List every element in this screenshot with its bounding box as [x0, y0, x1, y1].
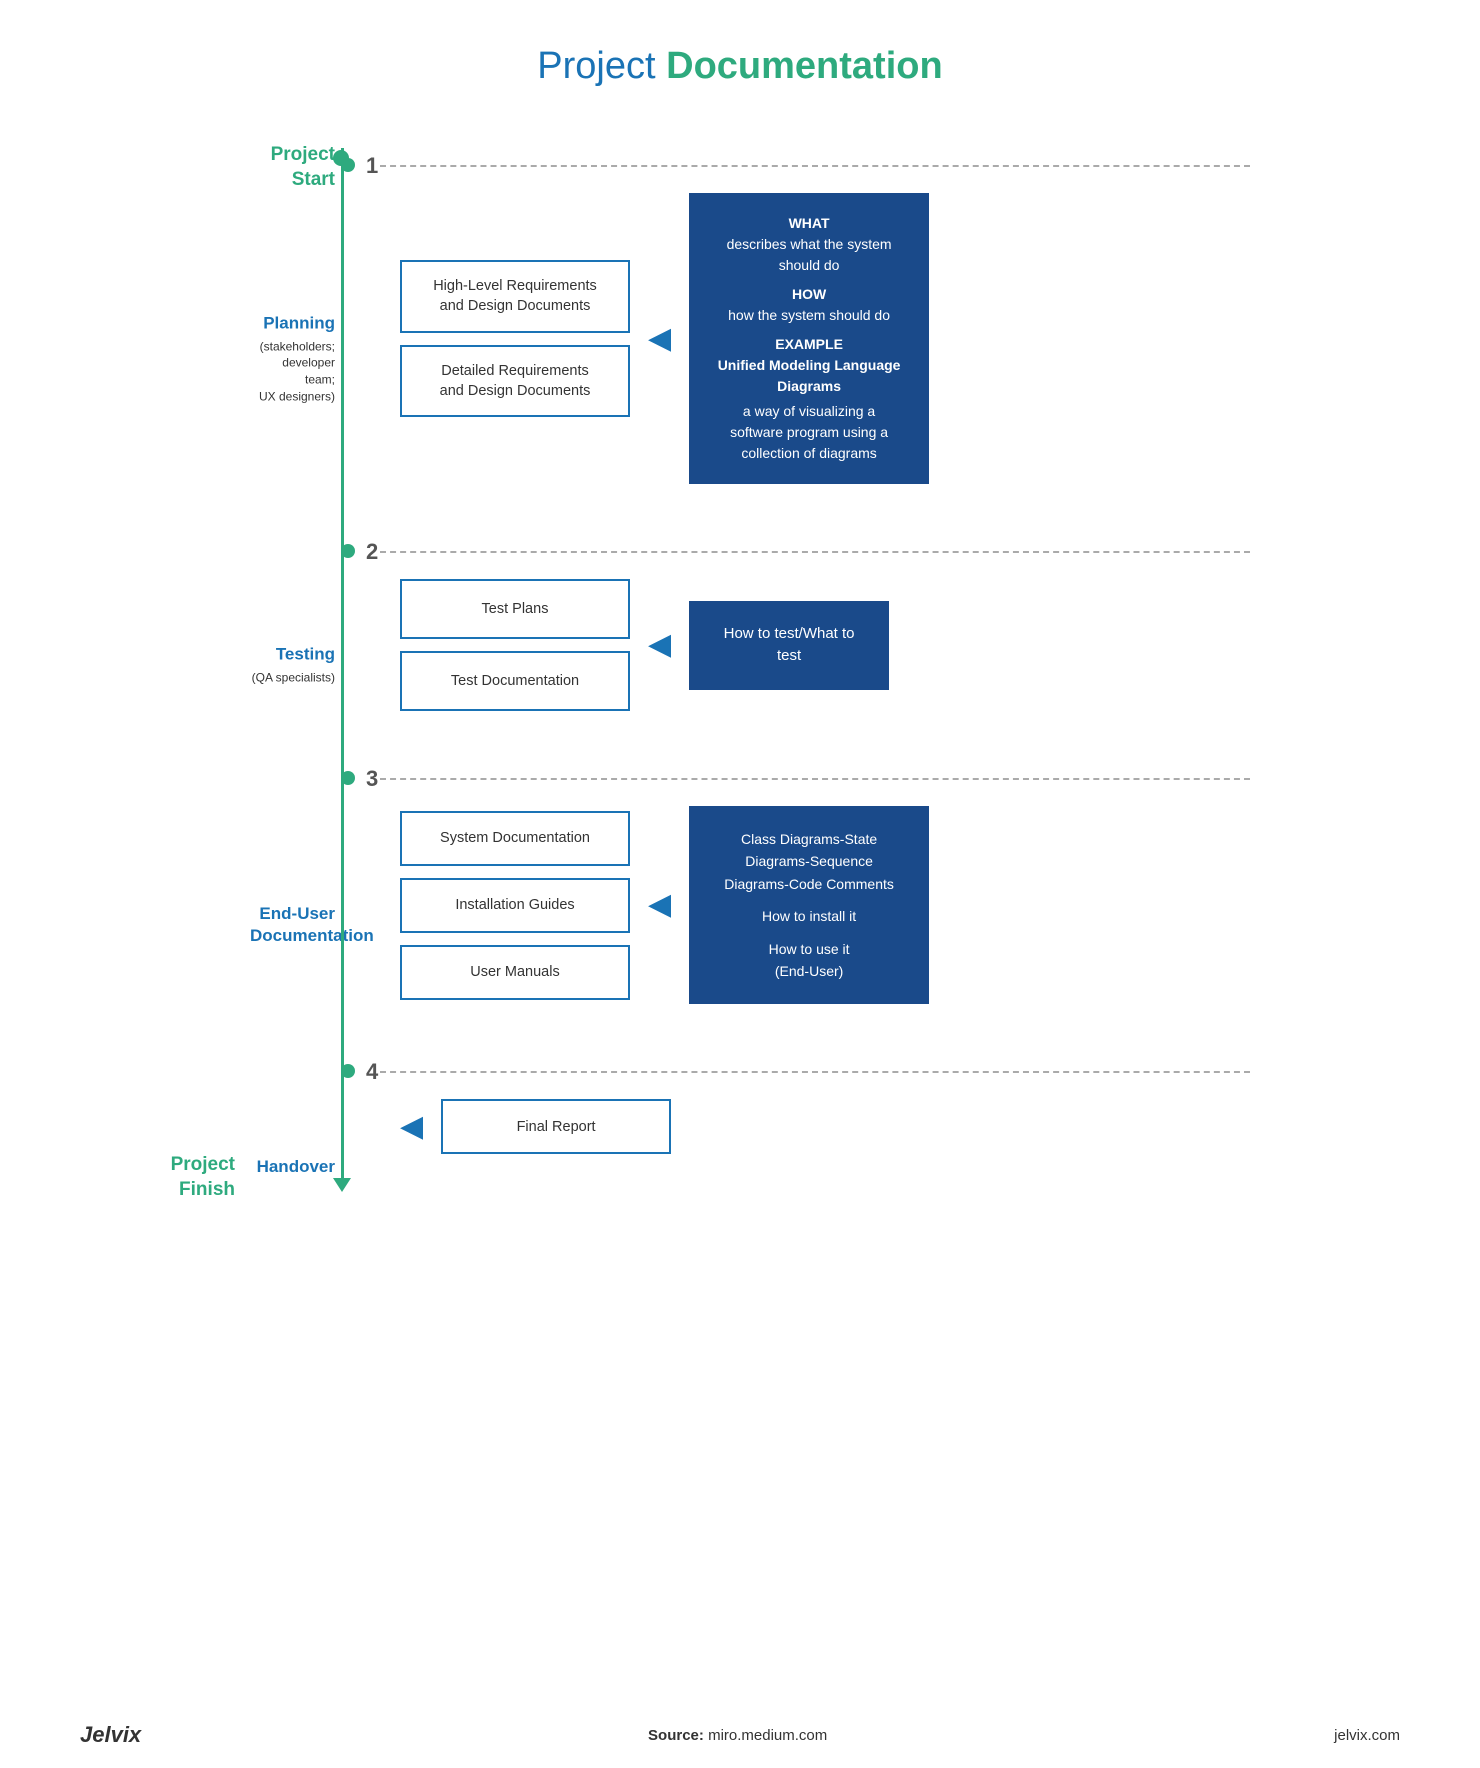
phase-2-number: 2	[366, 539, 378, 565]
phase-3-content: End-UserDocumentation System Documentati…	[350, 806, 1230, 1044]
phase-2-content: Testing (QA specialists) Test Plans Test…	[350, 579, 1230, 751]
phase-3-info-box: Class Diagrams-StateDiagrams-SequenceDia…	[689, 806, 929, 1004]
doc-box-install-guides: Installation Guides	[400, 878, 630, 933]
phase-3-arrow: ◀	[648, 890, 671, 920]
timeline-line	[341, 148, 344, 1179]
phase-2-header: 2	[350, 524, 1230, 579]
phase-3-doc-boxes: System Documentation Installation Guides…	[400, 811, 630, 1000]
phase-1-number: 1	[366, 153, 378, 179]
phase-2-arrow: ◀	[648, 630, 671, 660]
footer-url: jelvix.com	[1334, 1727, 1400, 1744]
phase-2-doc-boxes: Test Plans Test Documentation	[400, 579, 630, 711]
phase-1-dot	[341, 158, 355, 172]
phase-1-divider	[380, 165, 1250, 167]
phase-1-info-box: WHAT describes what the systemshould do …	[689, 193, 929, 484]
project-start-label: ProjectStart	[250, 143, 335, 192]
timeline-arrow	[333, 1178, 351, 1192]
phase-1-doc-boxes: High-Level Requirementsand Design Docume…	[400, 260, 630, 417]
phase-4-number: 4	[366, 1059, 378, 1085]
project-finish-label: ProjectFinish	[150, 1153, 235, 1202]
phase-2-divider	[380, 551, 1250, 553]
doc-box-test-plans: Test Plans	[400, 579, 630, 639]
phase-1-label: Planning (stakeholders;developer team;UX…	[250, 312, 335, 405]
phase-3-number: 3	[366, 766, 378, 792]
phase-1-arrow: ◀	[648, 324, 671, 354]
phase-2-dot	[341, 544, 355, 558]
phase-3-label: End-UserDocumentation	[250, 903, 335, 947]
phase-1-content: Planning (stakeholders;developer team;UX…	[350, 193, 1230, 524]
doc-box-user-manuals: User Manuals	[400, 945, 630, 1000]
footer: Jelvix Source: miro.medium.com jelvix.co…	[0, 1722, 1480, 1748]
doc-box-detailed: Detailed Requirementsand Design Document…	[400, 345, 630, 418]
phase-4-header: 4	[350, 1044, 1230, 1099]
phase-2-label: Testing (QA specialists)	[250, 644, 335, 687]
phase-3-dot	[341, 771, 355, 785]
footer-source: Source: miro.medium.com	[648, 1727, 827, 1744]
doc-box-system-docs: System Documentation	[400, 811, 630, 866]
phase-4-content: Handover ◀ Final Report	[350, 1099, 1230, 1234]
phase-3-divider	[380, 778, 1250, 780]
page-title: Project Documentation	[250, 45, 1230, 88]
doc-box-final-report: Final Report	[441, 1099, 671, 1154]
phase-2-info-box: How to test/What to test	[689, 601, 889, 690]
phase-4-divider	[380, 1071, 1250, 1073]
phase-4-dot	[341, 1064, 355, 1078]
phase-4-arrow: ◀	[400, 1112, 423, 1142]
doc-box-test-docs: Test Documentation	[400, 651, 630, 711]
footer-logo: Jelvix	[80, 1722, 141, 1748]
phase-1-header: 1	[350, 138, 1230, 193]
doc-box-high-level: High-Level Requirementsand Design Docume…	[400, 260, 630, 333]
phase-4-label: Handover	[250, 1156, 335, 1178]
phase-3-header: 3	[350, 751, 1230, 806]
